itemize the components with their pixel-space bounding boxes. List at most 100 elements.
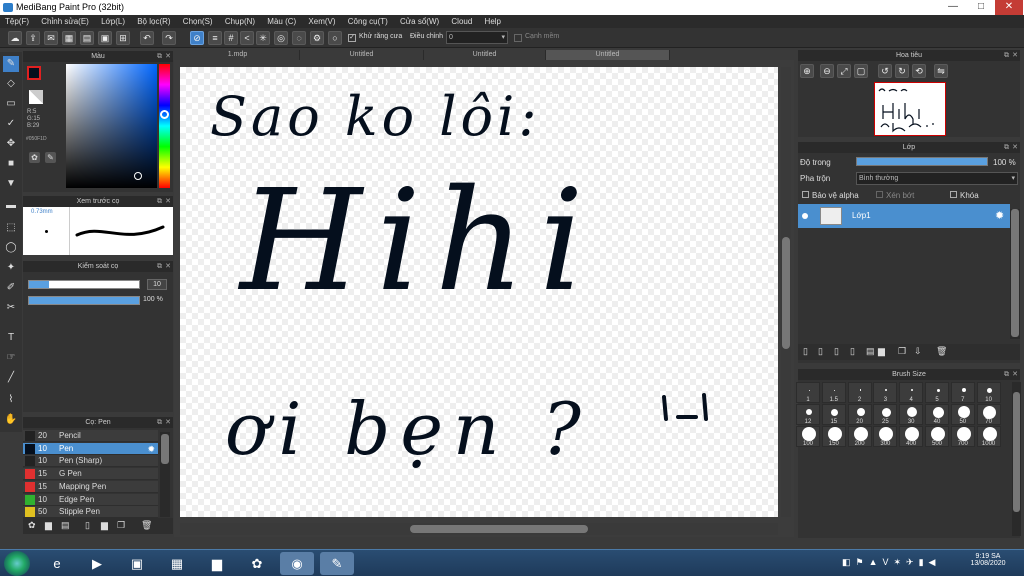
ie-icon[interactable]: e xyxy=(40,552,74,575)
tray-icons[interactable]: ◧⚑▲V✶✈▮◀ xyxy=(842,557,940,568)
panel-expand-icon[interactable]: ⧉ xyxy=(157,417,162,428)
panel-close-icon[interactable]: ✕ xyxy=(1012,142,1018,153)
panel-expand-icon[interactable]: ⧉ xyxy=(157,261,162,272)
menu-color[interactable]: Màu (C) xyxy=(262,15,301,27)
menu-select[interactable]: Chọn(S) xyxy=(178,15,218,27)
select-eraser-tool-icon[interactable]: ✂ xyxy=(3,300,19,316)
page-icon[interactable]: ▣ xyxy=(98,31,112,45)
navigator-thumbnail[interactable] xyxy=(874,82,946,136)
layer-settings-gear-icon[interactable]: ✹ xyxy=(995,209,1004,222)
folder-icon[interactable]: ▆ xyxy=(878,346,885,357)
trash-icon[interactable]: 🗑 xyxy=(936,346,947,357)
tab-doc-1[interactable]: 1.mdp xyxy=(176,50,300,60)
unikey-icon[interactable]: ▦ xyxy=(160,552,194,575)
soft-edge-checkbox[interactable] xyxy=(514,34,522,42)
folder-icon[interactable]: ▆ xyxy=(45,520,52,531)
brush-size-cell[interactable]: 1.5 xyxy=(821,382,846,403)
brush-tool-icon[interactable]: ✎ xyxy=(3,56,19,72)
comment-icon[interactable]: ✉ xyxy=(44,31,58,45)
new-layer-icon[interactable]: ▯ xyxy=(803,346,808,357)
tab-doc-3[interactable]: Untitled xyxy=(424,50,546,60)
undo-icon[interactable]: ↶ xyxy=(140,31,154,45)
divide-tool-icon[interactable]: ╱ xyxy=(3,370,19,386)
panel-close-icon[interactable]: ✕ xyxy=(1012,50,1018,61)
explorer-icon[interactable]: ▆ xyxy=(200,552,234,575)
tab-doc-2[interactable]: Untitled xyxy=(300,50,424,60)
brush-settings-gear-icon[interactable]: ✹ xyxy=(147,443,155,455)
media-player-icon[interactable]: ▶ xyxy=(80,552,114,575)
text-tool-icon[interactable]: T xyxy=(3,330,19,346)
menu-cloud[interactable]: Cloud xyxy=(446,15,477,27)
panel-expand-icon[interactable]: ⧉ xyxy=(1004,142,1009,153)
curve-snap-icon[interactable]: ◌ xyxy=(292,31,306,45)
parallel-snap-icon[interactable]: ≡ xyxy=(208,31,222,45)
brush-size-cell[interactable]: 20 xyxy=(847,404,872,425)
layer-scroll-thumb[interactable] xyxy=(1011,209,1019,337)
vertical-scrollbar[interactable] xyxy=(781,67,791,517)
crisscross-snap-icon[interactable]: # xyxy=(224,31,238,45)
visibility-eye-icon[interactable] xyxy=(802,213,808,219)
medibang-taskbar-icon[interactable]: ✎ xyxy=(320,552,354,575)
start-button[interactable] xyxy=(4,551,30,576)
flip-icon[interactable]: ⇋ xyxy=(934,64,948,78)
brush-size-cell[interactable]: 15 xyxy=(821,404,846,425)
select-pen-tool-icon[interactable]: ✐ xyxy=(3,280,19,296)
brush-size-cell[interactable]: 200 xyxy=(847,426,872,447)
page-icon[interactable]: ▯ xyxy=(85,520,90,531)
main-color-swatch[interactable] xyxy=(27,66,41,80)
menu-layer[interactable]: Lớp(L) xyxy=(96,15,130,27)
brush-size-cell[interactable]: 7 xyxy=(950,382,975,403)
brush-size-cell[interactable]: 10 xyxy=(976,382,1001,403)
brush-list-scrollbar[interactable] xyxy=(160,432,170,517)
grid-icon[interactable]: ⊞ xyxy=(116,31,130,45)
move-tool-icon[interactable]: ✥ xyxy=(3,136,19,152)
brush-size-cell[interactable]: 3 xyxy=(873,382,898,403)
panel-close-icon[interactable]: ✕ xyxy=(165,261,171,272)
tile-icon[interactable]: ▦ xyxy=(62,31,76,45)
reset-rotation-icon[interactable]: ⟲ xyxy=(912,64,926,78)
brush-size-scroll-thumb[interactable] xyxy=(1013,392,1020,512)
saturation-value-square[interactable] xyxy=(66,64,157,188)
horizontal-scrollbar[interactable] xyxy=(180,523,778,535)
clipping-checkbox[interactable] xyxy=(876,191,883,198)
panel-close-icon[interactable]: ✕ xyxy=(1012,369,1018,380)
brush-list-item[interactable]: 50 Stipple Pen xyxy=(23,506,158,519)
new-1bit-layer-icon[interactable]: ▯ xyxy=(850,346,855,357)
brush-size-cell[interactable]: 100 xyxy=(796,426,820,447)
brush-list-item[interactable]: 20 Pencil xyxy=(23,430,158,442)
brush-size-slider[interactable] xyxy=(28,280,140,289)
brush-list-item[interactable]: 15 Mapping Pen xyxy=(23,480,158,493)
rotate-right-icon[interactable]: ↻ xyxy=(895,64,909,78)
eraser-tool-icon[interactable]: ◇ xyxy=(3,76,19,92)
ellipse-icon[interactable]: ○ xyxy=(328,31,342,45)
brush-opacity-slider[interactable] xyxy=(28,296,140,305)
tray-clock[interactable]: 9:19 SA 13/08/2020 xyxy=(965,553,1011,567)
brush-size-cell[interactable]: 2 xyxy=(847,382,872,403)
panel-close-icon[interactable]: ✕ xyxy=(165,196,171,207)
hue-slider[interactable] xyxy=(159,64,170,188)
brush-list-item[interactable]: 15 G Pen xyxy=(23,468,158,481)
panel-expand-icon[interactable]: ⧉ xyxy=(1004,50,1009,61)
panel-expand-icon[interactable]: ⧉ xyxy=(1004,369,1009,380)
new-8bit-layer-icon[interactable]: ▯ xyxy=(834,346,839,357)
hue-cursor[interactable] xyxy=(160,110,169,119)
menu-edit[interactable]: Chỉnh sửa(E) xyxy=(36,15,94,27)
check-tool-icon[interactable]: ✓ xyxy=(3,116,19,132)
maximize-button[interactable]: □ xyxy=(967,0,995,15)
palette-icon[interactable]: ✿ xyxy=(29,152,40,163)
menu-view[interactable]: Xem(V) xyxy=(303,15,340,27)
lock-checkbox[interactable] xyxy=(950,191,957,198)
layer-row[interactable]: Lớp1 ✹ xyxy=(798,204,1010,228)
export-icon[interactable]: ⇪ xyxy=(26,31,40,45)
sub-color-swatch[interactable] xyxy=(29,90,43,104)
panel-expand-icon[interactable]: ⧉ xyxy=(157,196,162,207)
brush-list-item[interactable]: 10 Pen (Sharp) xyxy=(23,455,158,468)
magic-wand-tool-icon[interactable]: ✦ xyxy=(3,260,19,276)
circle-snap-icon[interactable]: ◎ xyxy=(274,31,288,45)
cloud-icon[interactable]: ☁ xyxy=(8,31,22,45)
vanishing-snap-icon[interactable]: < xyxy=(240,31,254,45)
zoom-out-icon[interactable]: ⊖ xyxy=(820,64,834,78)
v-scroll-thumb[interactable] xyxy=(782,237,790,349)
menu-file[interactable]: Tệp(F) xyxy=(0,15,34,27)
brush-size-cell[interactable]: 1 xyxy=(796,382,820,403)
